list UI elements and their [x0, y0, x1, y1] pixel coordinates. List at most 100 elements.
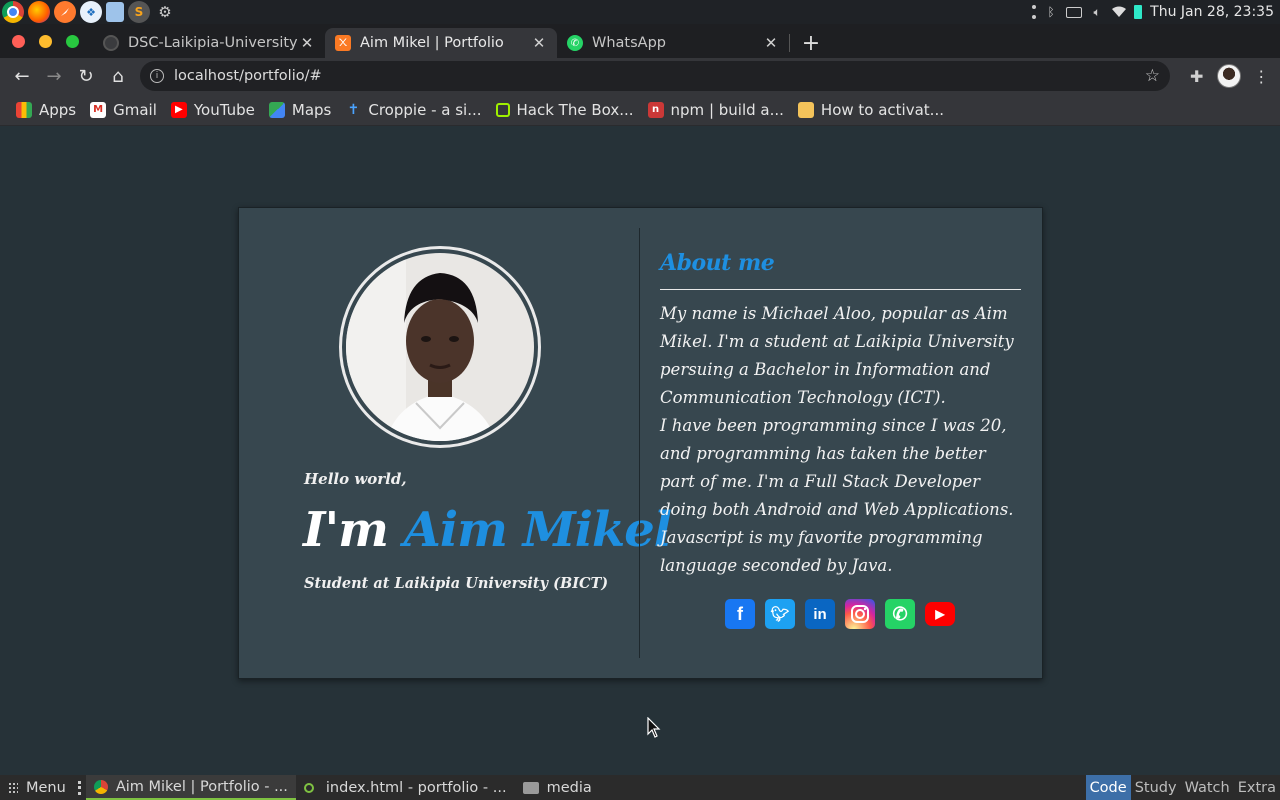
bookmark-how-to-activate[interactable]: How to activat...: [796, 97, 952, 123]
clock[interactable]: Thu Jan 28, 23:35: [1150, 4, 1274, 20]
bookmark-hackthebox[interactable]: Hack The Box...: [494, 97, 642, 123]
workspace-code[interactable]: Code: [1085, 775, 1131, 800]
bookmark-apps[interactable]: Apps: [14, 97, 84, 123]
tab-separator: [789, 34, 790, 52]
mouse-cursor-icon: [647, 717, 661, 738]
firefox-launcher-icon[interactable]: [28, 1, 50, 23]
bookmark-label: Gmail: [113, 100, 157, 119]
url-text[interactable]: localhost/portfolio/#: [174, 68, 1145, 84]
window-controls: [0, 35, 93, 58]
sublime-launcher-icon[interactable]: S: [128, 1, 150, 23]
about-paragraph-2: I have been programming since I was 20, …: [660, 416, 1014, 575]
address-bar[interactable]: i localhost/portfolio/# ☆: [140, 61, 1170, 91]
taskbar: Menu Aim Mikel | Portfolio - ... index.h…: [0, 775, 1280, 800]
page-viewport: Hello world, I'm Aim Mikel Student at La…: [0, 127, 1280, 775]
hackthebox-icon: [495, 102, 510, 117]
bookmark-croppie[interactable]: ✝ Croppie - a si...: [343, 97, 489, 123]
maximize-window-button[interactable]: [66, 35, 79, 48]
youtube-icon[interactable]: ▶: [925, 602, 955, 626]
social-links: f 🐦︎ in ✆ ▶: [725, 599, 955, 629]
hello-text: Hello world,: [304, 470, 407, 488]
portfolio-card: Hello world, I'm Aim Mikel Student at La…: [238, 207, 1043, 679]
virtualbox-launcher-icon[interactable]: [106, 2, 124, 22]
whatsapp-icon[interactable]: ✆: [885, 599, 915, 629]
tab-title: DSC-Laikipia-University: [128, 35, 298, 51]
about-underline: [660, 289, 1021, 290]
menu-grid-icon: [8, 781, 18, 794]
keyboard-icon[interactable]: [1066, 6, 1083, 18]
settings-gear-icon[interactable]: ⚙: [154, 1, 176, 23]
workspace-study[interactable]: Study: [1131, 775, 1181, 800]
tray-overflow-icon[interactable]: [1032, 5, 1037, 19]
menu-label: Menu: [26, 779, 66, 796]
tab-title: Aim Mikel | Portfolio: [360, 35, 504, 51]
bookmark-npm[interactable]: n npm | build a...: [646, 97, 792, 123]
taskbar-item-label: Aim Mikel | Portfolio - ...: [115, 778, 288, 795]
wifi-icon[interactable]: [1112, 5, 1127, 19]
workspace-extra[interactable]: Extra: [1234, 775, 1280, 800]
close-tab-icon[interactable]: ✕: [531, 34, 547, 52]
tab-dsc-laikipia[interactable]: DSC-Laikipia-University ✕: [93, 28, 325, 58]
bluetooth-icon[interactable]: ᛒ: [1044, 5, 1058, 19]
apps-grid-icon: [16, 101, 32, 118]
about-heading: About me: [660, 250, 775, 276]
workspace-switcher: Code Study Watch Extra: [1085, 775, 1280, 800]
bookmark-label: Apps: [39, 100, 77, 119]
gmail-icon: M: [90, 101, 107, 118]
extensions-puzzle-icon[interactable]: ✚: [1190, 67, 1203, 86]
taskbar-item-label: media: [546, 779, 592, 796]
reload-button[interactable]: ↻: [70, 60, 102, 92]
profile-avatar[interactable]: [1217, 64, 1242, 88]
hero-heading: I'm Aim Mikel: [303, 502, 672, 558]
about-body: My name is Michael Aloo, popular as Aim …: [660, 300, 1022, 580]
tab-whatsapp[interactable]: ✆ WhatsApp ✕: [557, 28, 789, 58]
system-top-bar: ❖ S ⚙ ᛒ 🔈︎ Thu Jan 28, 23:35: [0, 0, 1280, 24]
workspace-watch[interactable]: Watch: [1181, 775, 1234, 800]
chrome-launcher-icon[interactable]: [2, 1, 24, 23]
bookmark-maps[interactable]: Maps: [267, 97, 339, 123]
folder-icon: [797, 101, 814, 118]
taskbar-item-files[interactable]: media: [515, 775, 600, 800]
close-tab-icon[interactable]: ✕: [299, 34, 315, 52]
new-tab-button[interactable]: +: [796, 28, 826, 58]
forward-button[interactable]: →: [38, 60, 70, 92]
facebook-icon[interactable]: f: [725, 599, 755, 629]
site-info-icon[interactable]: i: [150, 69, 164, 83]
browser-launcher-icon[interactable]: [54, 1, 76, 23]
volume-icon[interactable]: 🔈︎: [1090, 5, 1104, 19]
vscode-launcher-icon[interactable]: ❖: [80, 1, 102, 23]
hero-name: Aim Mikel: [403, 502, 672, 558]
minimize-window-button[interactable]: [39, 35, 52, 48]
tab-title: WhatsApp: [592, 35, 666, 51]
battery-icon[interactable]: [1134, 5, 1143, 19]
close-tab-icon[interactable]: ✕: [763, 34, 779, 52]
instagram-icon[interactable]: [845, 599, 875, 629]
taskbar-item-browser[interactable]: Aim Mikel | Portfolio - ...: [85, 775, 296, 800]
taskbar-separator: [77, 780, 82, 795]
profile-photo-frame: [339, 246, 541, 448]
hero-im: I'm: [303, 502, 389, 558]
home-button[interactable]: ⌂: [102, 60, 134, 92]
browser-toolbar: ← → ↻ ⌂ i localhost/portfolio/# ☆ ✚ ⋮: [0, 58, 1280, 94]
about-paragraph-1: My name is Michael Aloo, popular as Aim …: [660, 304, 1014, 407]
tab-portfolio[interactable]: ᙭ Aim Mikel | Portfolio ✕: [325, 28, 557, 58]
browser-menu-icon[interactable]: ⋮: [1253, 67, 1269, 86]
back-button[interactable]: ←: [6, 60, 38, 92]
bookmark-label: YouTube: [193, 100, 255, 119]
maps-icon: [268, 101, 285, 118]
bookmark-gmail[interactable]: M Gmail: [88, 97, 165, 123]
bookmarks-bar: Apps M Gmail ▶ YouTube Maps ✝ Croppie - a s…: [0, 94, 1280, 126]
start-menu-button[interactable]: Menu: [0, 775, 74, 800]
npm-icon: n: [647, 101, 664, 118]
close-window-button[interactable]: [12, 35, 25, 48]
bookmark-youtube[interactable]: ▶ YouTube: [169, 97, 263, 123]
bookmark-label: Croppie - a si...: [368, 100, 482, 119]
app-launchers: ❖ S ⚙: [0, 1, 176, 23]
taskbar-item-editor[interactable]: index.html - portfolio - ...: [296, 775, 515, 800]
whatsapp-icon: ✆: [567, 35, 583, 51]
profile-photo: [346, 253, 534, 441]
linkedin-icon[interactable]: in: [805, 599, 835, 629]
bookmark-star-icon[interactable]: ☆: [1145, 66, 1160, 86]
twitter-icon[interactable]: 🐦︎: [765, 599, 795, 629]
chrome-icon: [93, 779, 108, 794]
